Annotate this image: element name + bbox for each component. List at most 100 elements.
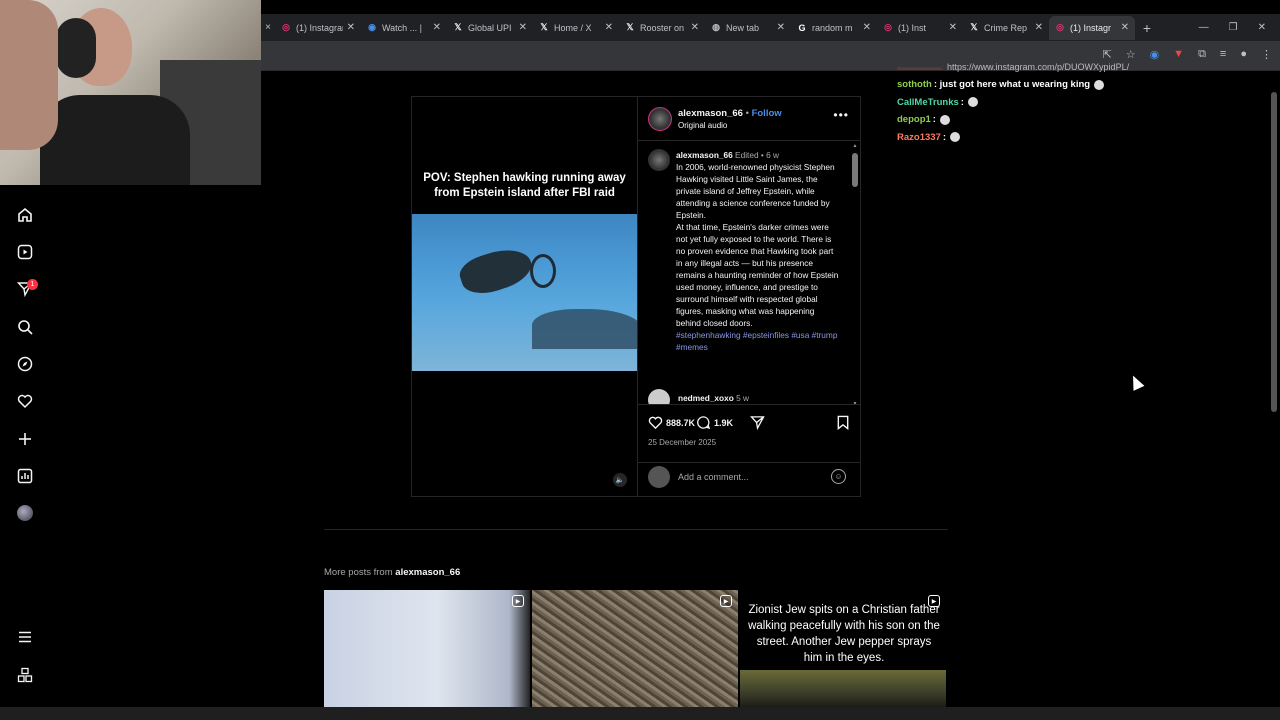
tab-close-icon[interactable]: ✕	[1121, 22, 1129, 33]
reels-icon[interactable]	[16, 243, 34, 261]
screen: { "browser": { "first_tab_close": "×", "…	[0, 0, 1280, 720]
tab-title: Crime Rep	[984, 22, 1028, 33]
tab-close-icon[interactable]: ✕	[433, 22, 441, 33]
browser-tab[interactable]: ◎ (1) Instagram ✕	[275, 16, 361, 40]
chat-emote-icon	[939, 114, 950, 125]
caption-hashtags[interactable]: #stephenhawking #epsteinfiles #usa #trum…	[676, 329, 840, 353]
comment-username[interactable]: nedmed_xoxo	[678, 393, 734, 403]
extension-icon[interactable]: ◉	[1150, 48, 1160, 61]
caption-paragraph-1: In 2006, world-renowned physicist Stephe…	[676, 162, 835, 220]
browser-tab[interactable]: 𝕏 Home / X ✕	[533, 16, 619, 40]
more-posts-grid: ▶ ▶ Zionist Jew spits on a Christian fat…	[324, 590, 948, 707]
webcam-person-arm	[0, 0, 58, 150]
extension-icon[interactable]: ▼	[1173, 48, 1184, 61]
tab-close-icon[interactable]: ✕	[863, 22, 871, 33]
tab-close-icon[interactable]: ✕	[691, 22, 699, 33]
comments-scrollbar[interactable]: ▲ ▼	[852, 143, 858, 404]
emoji-icon[interactable]: ☺	[831, 469, 846, 484]
more-posts-username[interactable]: alexmason_66	[395, 567, 460, 578]
scroll-down-arrow[interactable]: ▼	[852, 401, 858, 404]
tab-close-icon[interactable]: ✕	[605, 22, 613, 33]
browser-tab[interactable]: 𝕏 Crime Rep ✕	[963, 16, 1049, 40]
chat-message: depop1:	[897, 111, 1217, 129]
browser-tab[interactable]: 𝕏 Rooster on ✕	[619, 16, 705, 40]
minimize-button[interactable]: —	[1199, 22, 1209, 33]
caption-username[interactable]: alexmason_66	[676, 150, 733, 160]
caption-avatar[interactable]	[648, 149, 670, 171]
mouse-cursor	[1127, 373, 1145, 391]
home-icon[interactable]	[16, 206, 34, 224]
tab-title: (1) Instagr	[1070, 22, 1112, 33]
tab-close-icon[interactable]: ✕	[519, 22, 527, 33]
webcam-person-body	[40, 95, 190, 185]
comments-area[interactable]: alexmason_66 Edited • 6 w In 2006, world…	[638, 141, 860, 405]
author-username[interactable]: alexmason_66	[678, 108, 743, 119]
browser-tab-bar: × ◎ (1) Instagram ✕ ◉ Watch ... | ✕ 𝕏 Global UP…	[261, 14, 1280, 41]
chat-emote-icon	[1094, 79, 1105, 90]
restore-button[interactable]: ❐	[1229, 22, 1238, 33]
tab-title: New tab	[726, 22, 760, 33]
browser-tab[interactable]: Grandom m ✕	[791, 16, 877, 40]
post-thumbnail[interactable]: ▶	[532, 590, 738, 707]
reel-icon: ▶	[928, 595, 940, 607]
tab-close-icon[interactable]: ✕	[347, 22, 355, 33]
bottom-bar	[0, 707, 1280, 720]
save-bookmark-icon[interactable]	[836, 415, 850, 430]
chat-text: :	[932, 114, 936, 126]
add-comment-bar: Add a comment... ☺	[638, 462, 860, 496]
profile-avatar[interactable]	[16, 504, 34, 522]
post-thumbnail[interactable]: Zionist Jew spits on a Christian father …	[740, 590, 946, 707]
tab-close-icon[interactable]: ✕	[949, 22, 957, 33]
browser-tab[interactable]: ◍ New tab ✕	[705, 16, 791, 40]
comment-avatar[interactable]	[648, 389, 670, 404]
page-scrollbar[interactable]	[1270, 80, 1278, 708]
apps-icon[interactable]	[16, 666, 34, 684]
tab-title: Home / X	[554, 22, 592, 33]
page-scroll-thumb[interactable]	[1271, 92, 1277, 412]
notifications-heart-icon[interactable]	[16, 392, 34, 410]
create-plus-icon[interactable]	[16, 430, 34, 448]
dashboard-icon[interactable]	[16, 467, 34, 485]
media-control-icon[interactable]: ≡	[1220, 48, 1226, 61]
volume-icon[interactable]: 🔈	[613, 473, 627, 487]
post-media[interactable]: POV: Stephen hawking running away from E…	[412, 97, 637, 496]
tab-list: ◎ (1) Instagram ✕ ◉ Watch ... | ✕ 𝕏 Global UPI ✕…	[275, 15, 1135, 40]
profile-icon[interactable]: ●	[1240, 48, 1247, 61]
tab-title: Global UPI	[468, 22, 512, 33]
new-tab-button[interactable]: +	[1135, 20, 1159, 36]
chat-message: CallMeTrunks:	[897, 94, 1217, 112]
more-options-icon[interactable]: •••	[833, 108, 849, 122]
chat-faded-prefix: ▬▬▬▬▬:	[897, 62, 948, 72]
tab-close-icon[interactable]: ✕	[1035, 22, 1043, 33]
add-comment-input[interactable]: Add a comment...	[678, 472, 749, 482]
bookmark-star-icon[interactable]: ☆	[1126, 48, 1136, 61]
tab-close-icon[interactable]: ✕	[777, 22, 785, 33]
post-thumbnail[interactable]: ▶	[324, 590, 530, 707]
audio-label[interactable]: Original audio	[678, 121, 727, 130]
close-window-button[interactable]: ✕	[1258, 22, 1266, 33]
stream-chat-overlay: ▬▬▬▬▬: https://www.instagram.com/p/DUOWX…	[897, 62, 1217, 146]
extensions-puzzle-icon[interactable]: ⧉	[1198, 48, 1206, 61]
scroll-up-arrow[interactable]: ▲	[852, 143, 858, 149]
browser-tab[interactable]: ◎ (1) Inst ✕	[877, 16, 963, 40]
post-actions: 888.7K 1.9K	[648, 415, 854, 433]
like-action[interactable]: 888.7K	[648, 415, 695, 430]
chat-emote-icon	[967, 97, 978, 108]
share-icon[interactable]	[750, 415, 765, 430]
comment-action[interactable]: 1.9K	[696, 415, 733, 430]
browser-tab[interactable]: ◉ Watch ... | ✕	[361, 16, 447, 40]
chat-text: :	[942, 131, 947, 143]
follow-button[interactable]: Follow	[752, 108, 782, 119]
search-icon[interactable]	[16, 318, 34, 336]
install-app-icon[interactable]: ⇱	[1102, 48, 1111, 61]
browser-tab[interactable]: ◎ (1) Instagr ✕	[1049, 15, 1135, 40]
browser-menu-icon[interactable]: ⋮	[1261, 48, 1272, 61]
scroll-thumb[interactable]	[852, 153, 858, 187]
explore-icon[interactable]	[16, 355, 34, 373]
tab-close-button[interactable]: ×	[261, 22, 275, 33]
video-frame[interactable]	[412, 214, 637, 371]
author-avatar[interactable]	[648, 107, 672, 131]
video-rock	[532, 309, 637, 349]
browser-tab[interactable]: 𝕏 Global UPI ✕	[447, 16, 533, 40]
menu-icon[interactable]	[16, 628, 34, 646]
